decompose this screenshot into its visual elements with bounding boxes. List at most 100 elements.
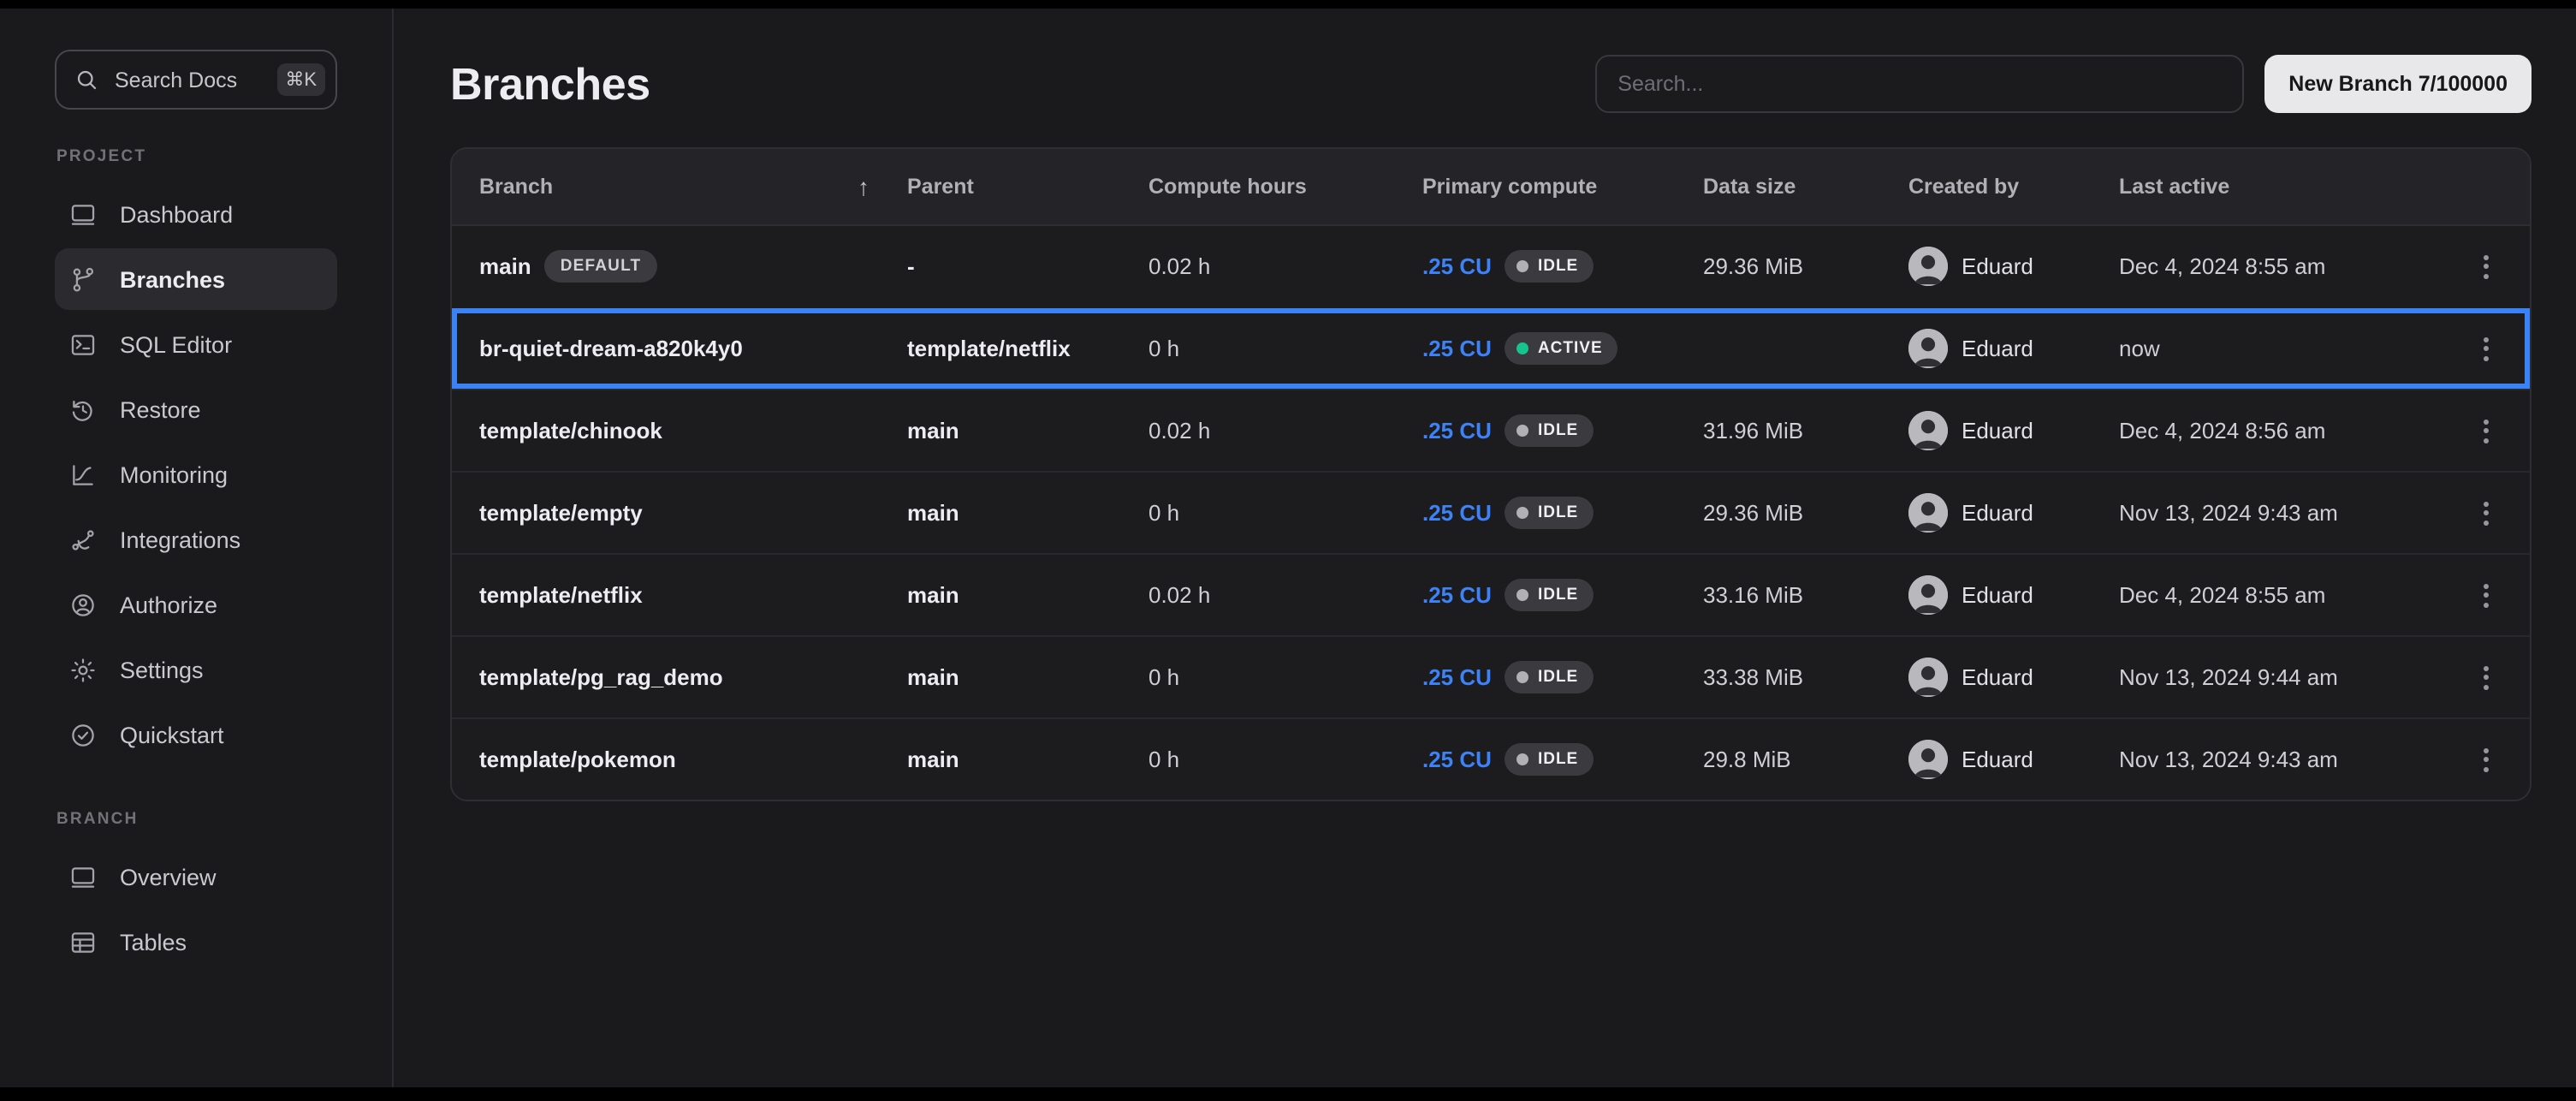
table-row[interactable]: template/chinookmain0.02 h.25 CUIDLE31.9… [452,389,2530,471]
primary-compute-cell: .25 CUIDLE [1422,743,1703,776]
compute-units: .25 CU [1422,336,1492,361]
sidebar: Search Docs ⌘K PROJECTDashboardBranchesS… [0,9,394,1087]
sidebar-item-quickstart[interactable]: Quickstart [55,704,337,765]
table-row[interactable]: template/emptymain0 h.25 CUIDLE29.36 MiB… [452,471,2530,553]
branch-cell: template/netflix [479,582,907,608]
data-size-cell: 29.8 MiB [1703,747,1908,772]
column-header-parent[interactable]: Parent [907,175,1149,199]
sidebar-item-integrations[interactable]: Integrations [55,509,337,570]
last-active-cell: Nov 13, 2024 9:44 am [2119,664,2444,690]
search-docs-button[interactable]: Search Docs ⌘K [55,50,337,110]
page-title: Branches [450,57,650,110]
dashboard-icon [68,199,98,229]
sidebar-item-branches[interactable]: Branches [55,248,337,310]
integrations-icon [68,525,98,554]
sidebar-item-overview[interactable]: Overview [55,846,337,908]
column-header-compute-hours[interactable]: Compute hours [1149,175,1422,199]
branch-name: template/pg_rag_demo [479,664,723,690]
status-badge: IDLE [1505,414,1594,447]
main-content: Branches New Branch 7/100000 Branch ↑ Pa… [394,9,2576,1087]
settings-icon [68,655,98,684]
status-dot-icon [1517,753,1529,765]
branch-search-input[interactable] [1595,55,2244,113]
last-active-cell: Dec 4, 2024 8:55 am [2119,253,2444,279]
branch-cell: template/empty [479,500,907,526]
branch-cell: template/chinook [479,418,907,443]
table-row[interactable]: br-quiet-dream-a820k4y0template/netflix0… [452,306,2530,389]
sidebar-item-label: Restore [120,396,201,422]
monitoring-icon [68,460,98,489]
sidebar-item-authorize[interactable]: Authorize [55,574,337,635]
search-icon [74,67,99,92]
table-row[interactable]: template/pokemonmain0 h.25 CUIDLE29.8 Mi… [452,717,2530,800]
search-shortcut-badge: ⌘K [276,63,325,96]
kebab-menu-icon[interactable] [2477,247,2496,285]
column-header-last-active[interactable]: Last active [2119,175,2444,199]
sidebar-item-restore[interactable]: Restore [55,378,337,440]
avatar [1908,247,1948,286]
column-header-branch[interactable]: Branch ↑ [479,173,907,200]
status-dot-icon [1517,260,1529,272]
compute-units: .25 CU [1422,253,1492,279]
sidebar-item-dashboard[interactable]: Dashboard [55,183,337,245]
created-by-cell: Eduard [1908,329,2119,368]
kebab-menu-icon[interactable] [2477,494,2496,532]
sidebar-item-sql-editor[interactable]: SQL Editor [55,313,337,375]
avatar [1908,493,1948,533]
data-size-cell: 29.36 MiB [1703,500,1908,526]
sidebar-item-label: Tables [120,929,187,955]
sidebar-section-label: BRANCH [56,810,337,829]
column-header-primary-compute[interactable]: Primary compute [1422,175,1703,199]
actions-cell [2444,247,2530,285]
parent-cell: main [907,747,1149,772]
status-badge: IDLE [1505,497,1594,529]
kebab-menu-icon[interactable] [2477,741,2496,778]
branch-name: template/chinook [479,418,662,443]
sidebar-item-tables[interactable]: Tables [55,911,337,973]
branch-cell: mainDEFAULT [479,250,907,283]
kebab-menu-icon[interactable] [2477,658,2496,696]
column-header-data-size[interactable]: Data size [1703,175,1908,199]
created-by-name: Eduard [1962,253,2033,279]
kebab-menu-icon[interactable] [2477,330,2496,367]
screen: Search Docs ⌘K PROJECTDashboardBranchesS… [0,0,2576,1101]
sort-asc-arrow-icon[interactable]: ↑ [858,173,870,200]
sidebar-item-settings[interactable]: Settings [55,639,337,700]
tables-icon [68,927,98,956]
primary-compute-cell: .25 CUIDLE [1422,497,1703,529]
avatar [1908,329,1948,368]
table-row[interactable]: template/netflixmain0.02 h.25 CUIDLE33.1… [452,553,2530,635]
primary-compute-cell: .25 CUIDLE [1422,661,1703,693]
kebab-menu-icon[interactable] [2477,576,2496,614]
kebab-menu-icon[interactable] [2477,412,2496,449]
status-badge: IDLE [1505,250,1594,283]
sidebar-item-monitoring[interactable]: Monitoring [55,443,337,505]
created-by-cell: Eduard [1908,493,2119,533]
sidebar-item-label: Settings [120,657,204,682]
table-row[interactable]: mainDEFAULT-0.02 h.25 CUIDLE29.36 MiBEdu… [452,226,2530,306]
column-header-label: Branch [479,175,553,199]
created-by-name: Eduard [1962,336,2033,361]
data-size-cell: 31.96 MiB [1703,418,1908,443]
primary-compute-cell: .25 CUIDLE [1422,414,1703,447]
last-active-cell: now [2119,336,2444,361]
new-branch-button[interactable]: New Branch 7/100000 [2264,55,2531,113]
primary-compute-cell: .25 CU IDLE [1422,250,1703,283]
created-by-name: Eduard [1962,500,2033,526]
branch-name: br-quiet-dream-a820k4y0 [479,336,743,361]
quickstart-icon [68,720,98,749]
avatar [1908,740,1948,779]
compute-units: .25 CU [1422,582,1492,608]
sidebar-item-label: Integrations [120,527,240,552]
compute-hours-cell: 0 h [1149,500,1422,526]
status-badge: IDLE [1505,743,1594,776]
status-badge: IDLE [1505,579,1594,611]
branches-icon [68,265,98,294]
column-header-created-by[interactable]: Created by [1908,175,2119,199]
compute-hours-cell: 0.02 h [1149,582,1422,608]
restore-icon [68,395,98,424]
status-dot-icon [1517,507,1529,519]
table-row[interactable]: template/pg_rag_demomain0 h.25 CUIDLE33.… [452,635,2530,717]
branch-cell: br-quiet-dream-a820k4y0 [479,336,907,361]
data-size-cell: 33.16 MiB [1703,582,1908,608]
